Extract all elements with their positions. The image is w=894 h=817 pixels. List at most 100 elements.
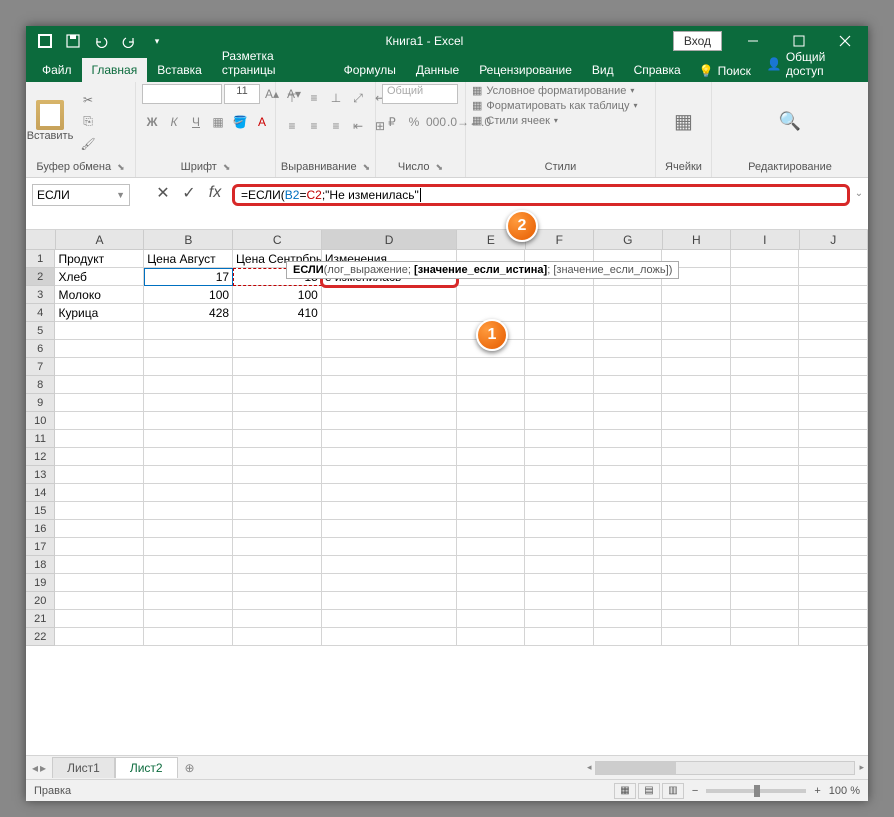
paste-button[interactable]: Вставить [32, 100, 68, 144]
cell[interactable] [525, 448, 594, 466]
row-header[interactable]: 22 [26, 628, 55, 646]
cell[interactable] [731, 520, 800, 538]
cell[interactable] [731, 556, 800, 574]
cell[interactable] [731, 592, 800, 610]
cell[interactable] [731, 268, 800, 286]
cell[interactable] [233, 520, 322, 538]
cell[interactable] [799, 520, 868, 538]
cell[interactable]: Молоко [55, 286, 144, 304]
cell[interactable] [233, 556, 322, 574]
cell[interactable] [457, 502, 526, 520]
font-size-select[interactable]: 11 [224, 84, 260, 104]
cell[interactable] [799, 538, 868, 556]
cell[interactable] [233, 538, 322, 556]
cell[interactable] [662, 286, 731, 304]
col-header-c[interactable]: C [233, 230, 322, 249]
cell[interactable] [525, 376, 594, 394]
cell[interactable] [731, 448, 800, 466]
cell[interactable] [144, 376, 233, 394]
row-header[interactable]: 20 [26, 592, 55, 610]
cell[interactable] [731, 286, 800, 304]
row-header[interactable]: 5 [26, 322, 55, 340]
cell[interactable] [731, 322, 800, 340]
cell[interactable] [457, 448, 526, 466]
tab-insert[interactable]: Вставка [147, 58, 212, 82]
cells-icon[interactable]: ▦ [674, 109, 693, 134]
cell[interactable] [594, 592, 663, 610]
col-header-d[interactable]: D [322, 230, 457, 249]
cell[interactable] [322, 520, 457, 538]
cell[interactable] [662, 412, 731, 430]
cell[interactable] [799, 340, 868, 358]
cell[interactable] [322, 304, 457, 322]
cell[interactable] [233, 448, 322, 466]
row-header[interactable]: 14 [26, 484, 55, 502]
cell[interactable] [55, 610, 144, 628]
cell[interactable] [799, 610, 868, 628]
cell[interactable] [55, 628, 144, 646]
align-middle-icon[interactable]: ≡ [304, 88, 324, 108]
row-header[interactable]: 12 [26, 448, 55, 466]
cell[interactable] [799, 628, 868, 646]
row-header[interactable]: 7 [26, 358, 55, 376]
cell[interactable] [322, 376, 457, 394]
align-bottom-icon[interactable]: ⊥ [326, 88, 346, 108]
cell[interactable] [144, 538, 233, 556]
cell[interactable] [457, 466, 526, 484]
tell-me-search[interactable]: 💡 Поиск [691, 60, 759, 82]
tab-formulas[interactable]: Формулы [334, 58, 406, 82]
cut-icon[interactable]: ✂ [76, 90, 100, 110]
cell[interactable] [525, 358, 594, 376]
cell[interactable] [662, 610, 731, 628]
cell[interactable] [322, 538, 457, 556]
cell[interactable] [457, 484, 526, 502]
cell[interactable] [594, 502, 663, 520]
number-launcher-icon[interactable]: ⬊ [436, 162, 444, 173]
cell[interactable] [662, 322, 731, 340]
tab-review[interactable]: Рецензирование [469, 58, 582, 82]
cell[interactable] [731, 484, 800, 502]
cell[interactable] [233, 466, 322, 484]
cell[interactable] [233, 376, 322, 394]
row-header[interactable]: 1 [26, 250, 55, 268]
cell[interactable] [799, 430, 868, 448]
align-center-icon[interactable]: ≡ [304, 116, 324, 136]
font-name-select[interactable] [142, 84, 222, 104]
cell[interactable] [731, 376, 800, 394]
cell[interactable] [55, 574, 144, 592]
indent-dec-icon[interactable]: ⇤ [348, 116, 368, 136]
cell[interactable] [799, 574, 868, 592]
cell[interactable] [322, 340, 457, 358]
sheet-tab-2[interactable]: Лист2 [115, 757, 178, 778]
col-header-j[interactable]: J [800, 230, 868, 249]
cell[interactable] [662, 394, 731, 412]
cell[interactable] [594, 448, 663, 466]
cell[interactable] [322, 556, 457, 574]
row-header[interactable]: 17 [26, 538, 55, 556]
cell[interactable] [144, 628, 233, 646]
cell[interactable] [233, 412, 322, 430]
cell[interactable] [55, 448, 144, 466]
cell[interactable] [55, 322, 144, 340]
cell[interactable] [55, 556, 144, 574]
row-header[interactable]: 18 [26, 556, 55, 574]
cell[interactable] [662, 304, 731, 322]
cell[interactable] [55, 502, 144, 520]
cell[interactable] [662, 520, 731, 538]
zoom-out-icon[interactable]: − [692, 785, 698, 797]
cell[interactable] [731, 340, 800, 358]
row-header[interactable]: 8 [26, 376, 55, 394]
cell[interactable] [799, 412, 868, 430]
cell[interactable]: 428 [144, 304, 233, 322]
tab-data[interactable]: Данные [406, 58, 469, 82]
row-header[interactable]: 13 [26, 466, 55, 484]
cell[interactable] [799, 286, 868, 304]
bold-icon[interactable]: Ж [142, 112, 162, 132]
expand-formula-bar-icon[interactable]: ⌄ [850, 184, 868, 199]
cell[interactable] [594, 376, 663, 394]
cell[interactable] [55, 466, 144, 484]
formula-input[interactable]: =ЕСЛИ(B2=C2;"Не изменилась" [232, 184, 850, 206]
row-header[interactable]: 9 [26, 394, 55, 412]
sheet-nav-prev-icon[interactable]: ◂ [32, 761, 38, 775]
row-header[interactable]: 6 [26, 340, 55, 358]
